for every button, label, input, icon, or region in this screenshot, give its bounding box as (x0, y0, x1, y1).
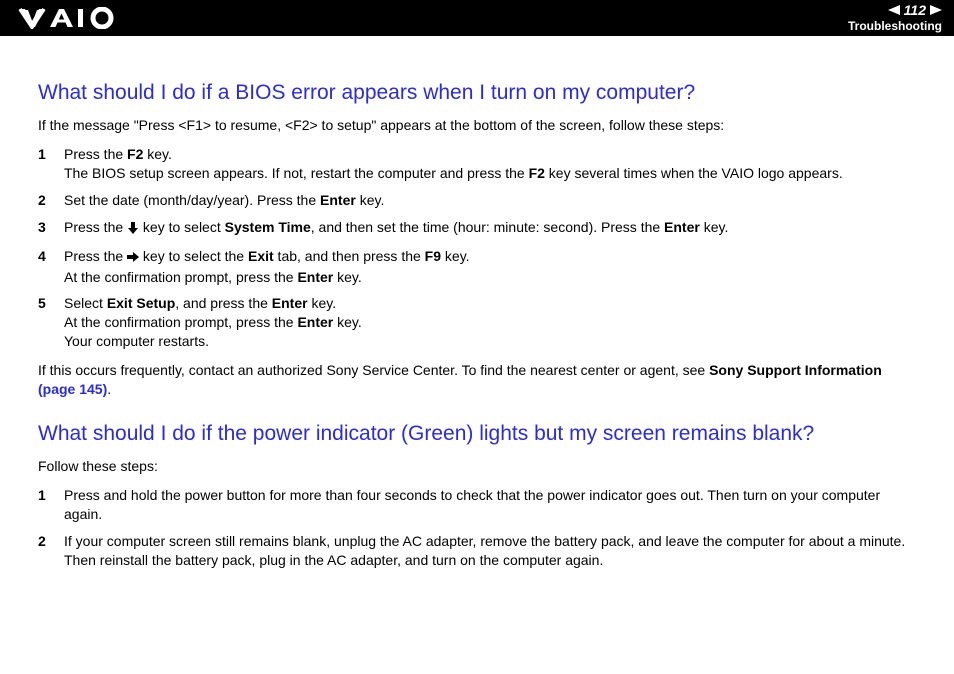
step-item: Press and hold the power button for more… (38, 486, 920, 524)
intro-text-1: If the message "Press <F1> to resume, <F… (38, 116, 920, 135)
steps-list-2: Press and hold the power button for more… (38, 486, 920, 570)
right-arrow-icon (127, 249, 139, 268)
header-bar: ✓ (0, 0, 954, 36)
page-content: What should I do if a BIOS error appears… (0, 36, 954, 570)
steps-list-1: Press the F2 key. The BIOS setup screen … (38, 145, 920, 351)
page-number: 112 (904, 3, 926, 17)
page-navigation: 112 (848, 3, 942, 17)
question-heading-2: What should I do if the power indicator … (38, 421, 920, 447)
next-page-arrow-icon[interactable] (930, 5, 942, 15)
vaio-logo: ✓ (18, 7, 128, 29)
step-item: Press the key to select System Time, and… (38, 218, 920, 239)
section-name: Troubleshooting (848, 19, 942, 33)
question-heading-1: What should I do if a BIOS error appears… (38, 80, 920, 106)
page-link[interactable]: (page 145) (38, 381, 107, 397)
down-arrow-icon (127, 220, 139, 239)
header-right: 112 Troubleshooting (848, 3, 942, 33)
step-item: Set the date (month/day/year). Press the… (38, 191, 920, 210)
intro-text-2: Follow these steps: (38, 457, 920, 476)
step-item: Press the F2 key. The BIOS setup screen … (38, 145, 920, 183)
prev-page-arrow-icon[interactable] (888, 5, 900, 15)
step-item: Press the key to select the Exit tab, an… (38, 247, 920, 287)
after-text-1: If this occurs frequently, contact an au… (38, 361, 920, 399)
step-item: If your computer screen still remains bl… (38, 532, 920, 570)
step-item: Select Exit Setup, and press the Enter k… (38, 294, 920, 351)
